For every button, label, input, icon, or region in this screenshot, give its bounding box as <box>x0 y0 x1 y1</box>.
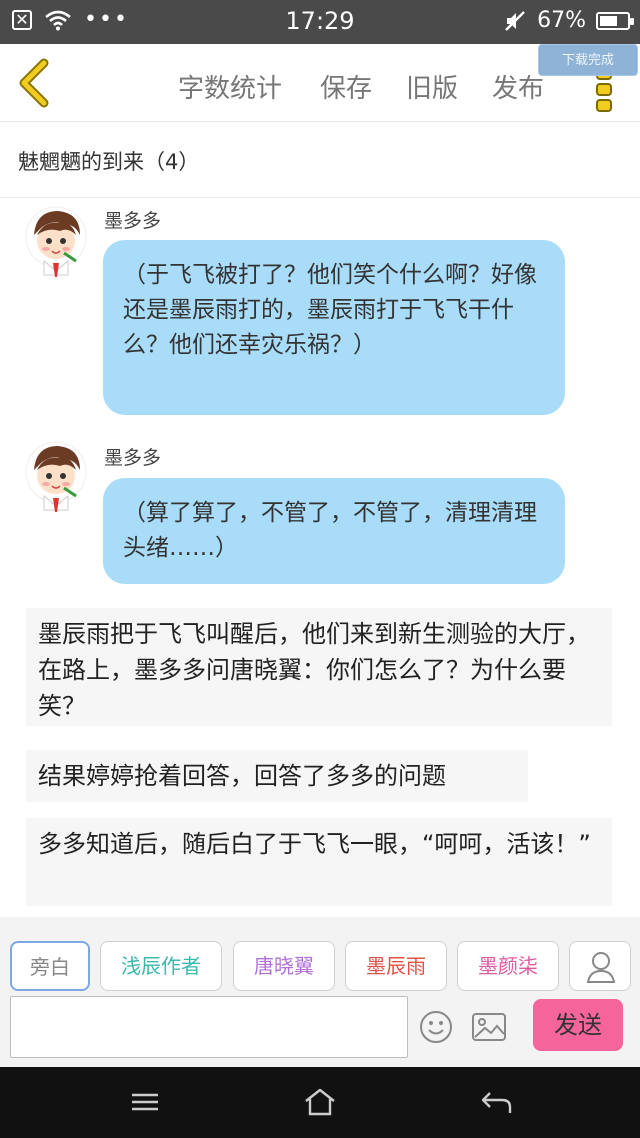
download-toast: 下载完成 <box>538 44 638 76</box>
send-button[interactable]: 发送 <box>533 999 623 1051</box>
status-right: 67% <box>503 8 634 33</box>
message-bubble[interactable]: （于飞飞被打了？他们笑个什么啊？好像还是墨辰雨打的，墨辰雨打于飞飞干什么？他们还… <box>103 240 565 415</box>
character-chip-author[interactable]: 浅辰作者 <box>100 941 222 991</box>
character-chip-mo-yanqi[interactable]: 墨颜柒 <box>457 941 559 991</box>
divider <box>0 197 640 198</box>
battery-icon <box>596 11 634 30</box>
status-bar: ✕ ••• 17:29 67% <box>0 0 640 44</box>
character-chip-mo-chenyu[interactable]: 墨辰雨 <box>345 941 447 991</box>
emoji-icon[interactable] <box>419 1010 453 1044</box>
mute-icon <box>505 10 525 31</box>
character-chip-narrator[interactable]: 旁白 <box>10 941 90 991</box>
avatar[interactable] <box>24 205 88 285</box>
character-chip-tang-xiaoyi[interactable]: 唐晓翼 <box>233 941 335 991</box>
narration-block[interactable]: 多多知道后，随后白了于飞飞一眼，“呵呵，活该！” <box>26 818 612 906</box>
word-count-button[interactable]: 字数统计 <box>178 68 282 105</box>
back-icon[interactable] <box>14 58 54 108</box>
system-nav-bar <box>0 1067 640 1138</box>
editor-header: 字数统计 保存 旧版 发布 下载完成 <box>0 44 640 122</box>
message-bubble[interactable]: （算了算了，不管了，不管了，清理清理头绪……） <box>103 478 565 584</box>
narration-block[interactable]: 结果婷婷抢着回答，回答了多多的问题 <box>26 750 528 802</box>
avatar[interactable] <box>24 440 88 520</box>
save-button[interactable]: 保存 <box>320 68 372 105</box>
narration-block[interactable]: 墨辰雨把于飞飞叫醒后，他们来到新生测验的大厅，在路上，墨多多问唐晓翼：你们怎么了… <box>26 608 612 726</box>
add-character-button[interactable] <box>569 941 631 991</box>
character-bar: 旁白 浅辰作者 唐晓翼 墨辰雨 墨颜柒 发送 <box>0 917 640 1067</box>
menu-icon[interactable] <box>128 1087 162 1117</box>
speaker-name: 墨多多 <box>104 210 162 232</box>
image-icon[interactable] <box>471 1012 507 1042</box>
speaker-name: 墨多多 <box>104 447 162 469</box>
user-icon <box>586 952 616 983</box>
message-input[interactable] <box>10 996 408 1058</box>
battery-percent: 67% <box>537 8 586 33</box>
publish-button[interactable]: 发布 <box>492 68 544 105</box>
return-icon[interactable] <box>480 1087 514 1117</box>
chapter-title: 魅魍魉的到来（4） <box>18 150 200 174</box>
home-icon[interactable] <box>303 1087 337 1117</box>
old-version-button[interactable]: 旧版 <box>406 68 458 105</box>
